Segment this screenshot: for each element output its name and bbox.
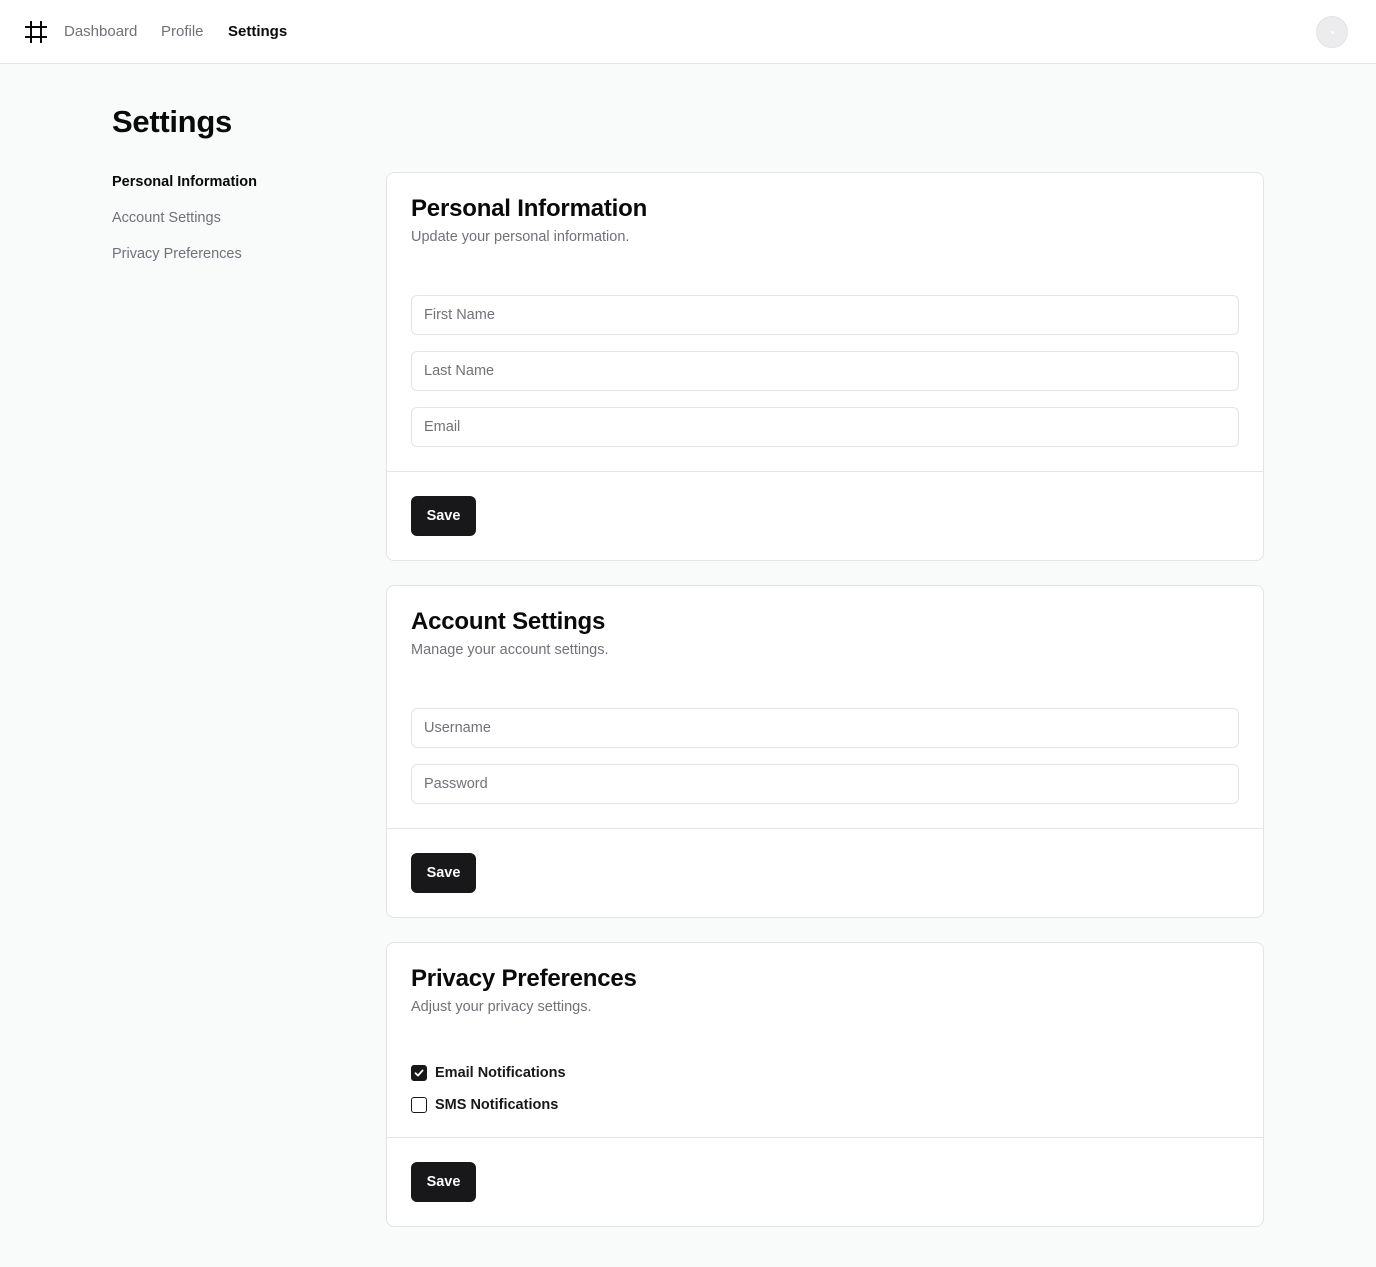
personal-information-card: Personal Information Update your persona… [386,172,1264,561]
nav-link-profile[interactable]: Profile [161,22,204,42]
user-avatar[interactable] [1316,16,1348,48]
sms-notifications-checkbox[interactable] [411,1097,427,1113]
sms-notifications-option[interactable]: SMS Notifications [411,1095,558,1115]
avatar-placeholder-icon [1331,31,1334,34]
card-description: Manage your account settings. [411,642,609,658]
hash-icon[interactable] [24,20,48,44]
sidebar-item-personal-information[interactable]: Personal Information [112,172,257,192]
privacy-preferences-card: Privacy Preferences Adjust your privacy … [386,942,1264,1227]
save-personal-button[interactable]: Save [411,496,476,536]
card-title: Account Settings [411,608,606,635]
nav-link-settings[interactable]: Settings [228,22,287,42]
email-notifications-label: Email Notifications [435,1065,566,1081]
email-input[interactable] [411,407,1239,447]
last-name-input[interactable] [411,351,1239,391]
save-privacy-button[interactable]: Save [411,1162,476,1202]
save-account-button[interactable]: Save [411,853,476,893]
card-description: Update your personal information. [411,229,630,245]
sidebar-item-account-settings[interactable]: Account Settings [112,208,221,228]
username-input[interactable] [411,708,1239,748]
card-divider [387,828,1263,829]
card-description: Adjust your privacy settings. [411,999,592,1015]
card-divider [387,1137,1263,1138]
card-title: Personal Information [411,195,648,222]
email-notifications-checkbox[interactable] [411,1065,427,1081]
card-divider [387,471,1263,472]
password-input[interactable] [411,764,1239,804]
email-notifications-option[interactable]: Email Notifications [411,1063,566,1083]
check-icon [414,1069,424,1077]
nav-link-dashboard[interactable]: Dashboard [64,22,137,42]
top-navbar: Dashboard Profile Settings [0,0,1376,64]
account-settings-card: Account Settings Manage your account set… [386,585,1264,918]
sms-notifications-label: SMS Notifications [435,1097,559,1113]
page-title: Settings [112,104,232,139]
sidebar-item-privacy-preferences[interactable]: Privacy Preferences [112,244,242,264]
first-name-input[interactable] [411,295,1239,335]
card-title: Privacy Preferences [411,965,637,992]
